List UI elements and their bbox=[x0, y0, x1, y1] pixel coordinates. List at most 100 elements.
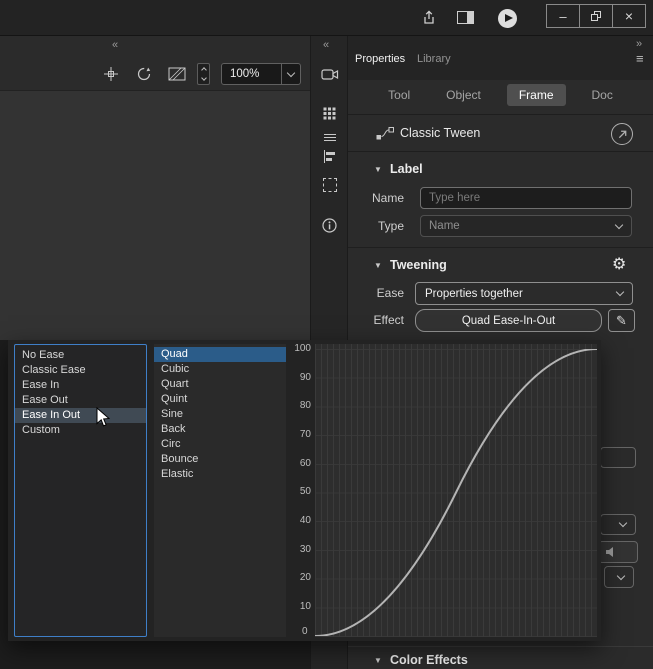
ease-type-list: Quad Cubic Quart Quint Sine Back Circ Bo… bbox=[154, 344, 286, 637]
layers-icon[interactable] bbox=[324, 131, 336, 141]
subtab-bar: Tool Object Frame Doc bbox=[348, 80, 653, 110]
ease-type-option[interactable]: Back bbox=[154, 422, 286, 437]
ease-dropdown[interactable]: Properties together bbox=[415, 282, 633, 305]
info-icon[interactable] bbox=[322, 218, 337, 233]
zoom-value: 100% bbox=[230, 68, 260, 80]
zoom-control[interactable]: 100% bbox=[221, 63, 301, 85]
rotate-view-icon[interactable] bbox=[136, 66, 152, 82]
chevron-down-icon bbox=[286, 68, 296, 77]
ease-type-option[interactable]: Bounce bbox=[154, 452, 286, 467]
ease-type-option[interactable]: Elastic bbox=[154, 467, 286, 482]
top-bar: – × bbox=[0, 0, 653, 36]
zoom-dropdown-button[interactable] bbox=[281, 64, 300, 84]
ease-dropdown-value: Properties together bbox=[425, 287, 523, 300]
ease-curve bbox=[315, 349, 597, 636]
y-tick: 90 bbox=[299, 371, 311, 383]
ease-type-option-selected[interactable]: Quad bbox=[154, 347, 286, 362]
cursor-arrow bbox=[96, 406, 111, 431]
type-label: Type bbox=[377, 219, 404, 233]
color-effects-section-header[interactable]: ▼ Color Effects bbox=[348, 648, 653, 669]
free-transform-icon[interactable] bbox=[323, 178, 337, 192]
remove-tween-button[interactable] bbox=[611, 123, 633, 145]
effect-label: Effect bbox=[373, 313, 404, 327]
obscured-audio-button[interactable] bbox=[598, 541, 638, 563]
y-tick: 80 bbox=[299, 400, 311, 412]
tab-properties[interactable]: Properties bbox=[355, 53, 405, 65]
align-icon[interactable] bbox=[323, 150, 337, 163]
tab-library[interactable]: Library bbox=[417, 53, 451, 65]
edit-effect-button[interactable]: ✎ bbox=[608, 309, 635, 332]
stage-canvas[interactable] bbox=[0, 91, 310, 340]
window-controls: – × bbox=[546, 4, 646, 28]
ease-category-list: No Ease Classic Ease Ease In Ease Out Ea… bbox=[14, 344, 147, 637]
subtab-tool[interactable]: Tool bbox=[378, 84, 420, 106]
y-tick: 100 bbox=[294, 343, 311, 354]
effect-value: Quad Ease-In-Out bbox=[461, 314, 556, 327]
ease-category-option[interactable]: Ease Out bbox=[15, 393, 146, 408]
tween-type-row: Classic Tween bbox=[348, 114, 653, 152]
chevron-down-icon bbox=[616, 571, 626, 580]
ease-type-option[interactable]: Quint bbox=[154, 392, 286, 407]
registration-point-icon[interactable] bbox=[103, 66, 119, 82]
ease-category-option[interactable]: Classic Ease bbox=[15, 363, 146, 378]
ease-category-option-selected[interactable]: Ease In Out bbox=[15, 408, 146, 423]
effect-button[interactable]: Quad Ease-In-Out bbox=[415, 309, 602, 332]
ease-graph-y-axis: 100 90 80 70 60 50 40 30 20 10 bbox=[285, 344, 311, 612]
obscured-dropdown[interactable] bbox=[604, 566, 634, 588]
minimize-icon: – bbox=[559, 8, 567, 24]
name-label: Name bbox=[371, 191, 404, 205]
y-tick: 60 bbox=[299, 457, 311, 469]
collapse-right-panel-icon[interactable]: » bbox=[636, 38, 642, 50]
frames-grid-icon[interactable] bbox=[323, 107, 336, 120]
gear-icon[interactable]: ⚙ bbox=[612, 252, 626, 278]
ease-category-option[interactable]: No Ease bbox=[15, 348, 146, 363]
share-icon[interactable] bbox=[421, 10, 437, 26]
name-row: Name bbox=[348, 187, 653, 209]
section-expand-icon[interactable]: ▼ bbox=[374, 649, 382, 669]
y-tick: 10 bbox=[299, 600, 311, 612]
minimize-button[interactable]: – bbox=[547, 5, 579, 27]
play-button[interactable] bbox=[498, 9, 517, 28]
ease-category-option[interactable]: Custom bbox=[15, 423, 146, 438]
ease-type-option[interactable]: Circ bbox=[154, 437, 286, 452]
stepper bbox=[197, 63, 210, 85]
ease-graph-grid bbox=[315, 344, 597, 637]
close-button[interactable]: × bbox=[612, 5, 645, 27]
chevron-down-icon bbox=[615, 287, 625, 297]
camera-icon[interactable] bbox=[321, 67, 339, 82]
restore-button[interactable] bbox=[579, 5, 612, 27]
ease-type-option[interactable]: Cubic bbox=[154, 362, 286, 377]
y-tick: 40 bbox=[299, 514, 311, 526]
arrow-up-right-icon bbox=[618, 130, 626, 138]
panel-toggle-icon[interactable] bbox=[457, 11, 474, 24]
ease-type-option[interactable]: Quart bbox=[154, 377, 286, 392]
chevron-down-icon bbox=[618, 518, 628, 528]
ease-label: Ease bbox=[376, 286, 404, 300]
obscured-input[interactable] bbox=[600, 447, 636, 468]
subtab-frame[interactable]: Frame bbox=[506, 84, 566, 106]
ease-type-option[interactable]: Sine bbox=[154, 407, 286, 422]
stepper-up-button[interactable] bbox=[198, 64, 209, 74]
subtab-doc[interactable]: Doc bbox=[582, 84, 623, 106]
label-section-header[interactable]: ▼ Label bbox=[348, 156, 653, 182]
stepper-down-button[interactable] bbox=[198, 74, 209, 84]
collapse-strip-icon[interactable]: « bbox=[323, 39, 329, 51]
effect-row: Effect Quad Ease-In-Out ✎ bbox=[348, 309, 653, 332]
collapse-left-panel-icon[interactable]: « bbox=[112, 39, 118, 51]
chevron-down-icon bbox=[200, 75, 207, 81]
section-expand-icon[interactable]: ▼ bbox=[374, 157, 382, 183]
speaker-icon bbox=[606, 547, 613, 557]
y-tick: 30 bbox=[299, 543, 311, 555]
tweening-section-header[interactable]: ▼ Tweening ⚙ bbox=[348, 252, 653, 278]
y-tick: 70 bbox=[299, 428, 311, 440]
subtab-object[interactable]: Object bbox=[436, 84, 491, 106]
name-input[interactable] bbox=[420, 187, 632, 209]
ease-category-option[interactable]: Ease In bbox=[15, 378, 146, 393]
chevron-down-icon bbox=[614, 220, 624, 229]
section-expand-icon[interactable]: ▼ bbox=[374, 253, 382, 279]
obscured-dropdown[interactable] bbox=[600, 514, 636, 535]
type-select[interactable]: Name bbox=[420, 215, 632, 237]
clip-content-icon[interactable] bbox=[168, 67, 186, 81]
panel-menu-icon[interactable]: ≡ bbox=[636, 51, 644, 66]
restore-icon bbox=[591, 11, 601, 21]
